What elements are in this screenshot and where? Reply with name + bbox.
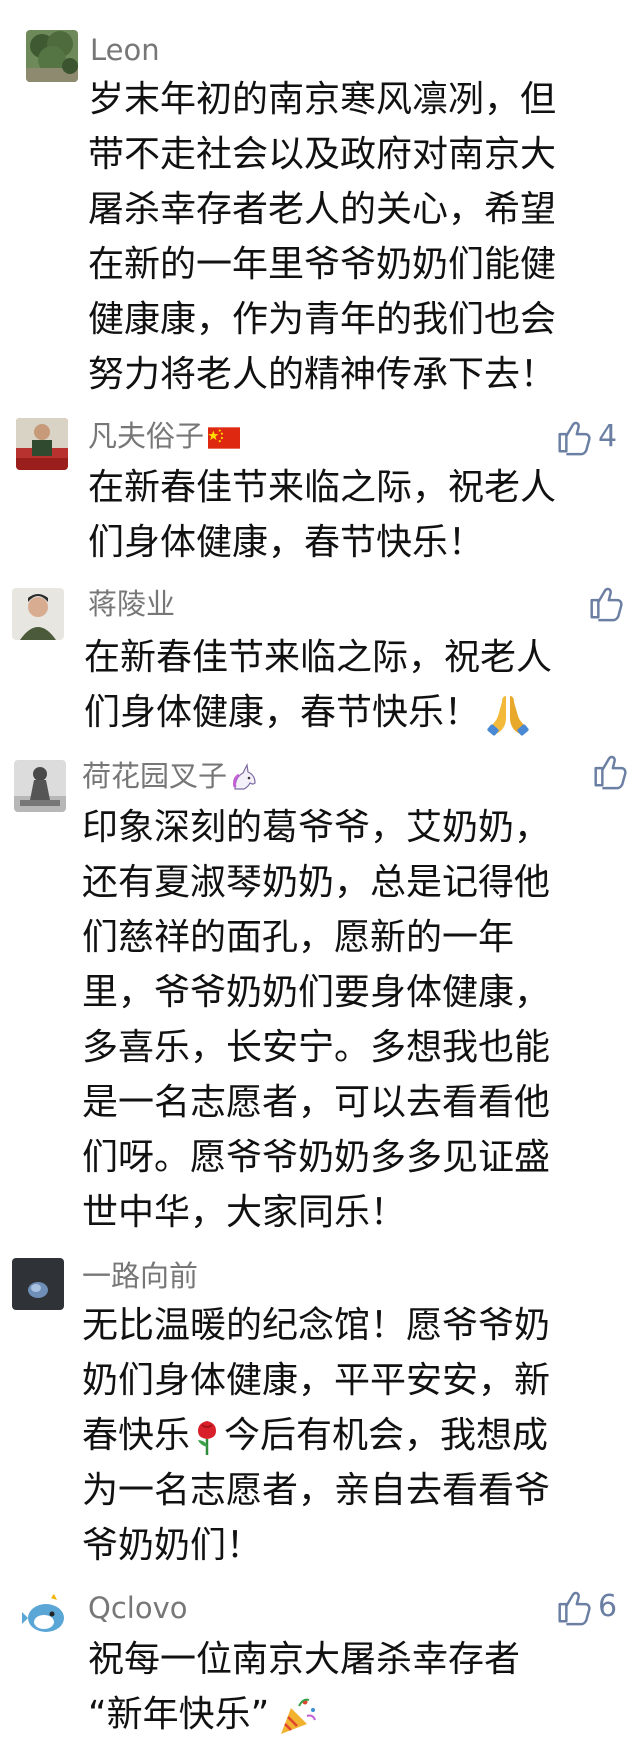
text-line: 们身体健康，春节快乐！: [84, 692, 481, 733]
like-button[interactable]: [586, 584, 624, 622]
comment-text: 在新春佳节来临之际，祝老人 们身体健康，春节快乐！: [88, 460, 556, 570]
avatar[interactable]: [12, 588, 64, 640]
comment-text: 印象深刻的葛爷爷，艾奶奶， 还有夏淑琴奶奶，总是记得他 们慈祥的面孔，愿新的一年…: [82, 800, 550, 1240]
comment-author[interactable]: 一路向前: [82, 1256, 198, 1296]
text-line: 祝每一位南京大屠杀幸存者: [88, 1639, 521, 1680]
text-line: 印象深刻的葛爷爷，艾奶奶，: [82, 807, 551, 848]
text-line: 健康康，作为青年的我们也会: [88, 299, 557, 340]
comment-author[interactable]: Qclovo: [88, 1588, 187, 1628]
text-line: 们身体健康，春节快乐！: [88, 522, 485, 563]
like-button[interactable]: 4: [554, 418, 617, 456]
text-line: 在新的一年里爷爷奶奶们能健: [88, 244, 557, 285]
avatar[interactable]: [16, 418, 68, 470]
comment-author[interactable]: 荷花园叉子: [82, 756, 259, 796]
comment-list: Leon 岁末年初的南京寒风凛冽，但 带不走社会以及政府对南京大 屠杀幸存者老人…: [0, 0, 640, 1758]
text-line: 春快乐: [82, 1415, 191, 1456]
thumbs-up-icon: [558, 421, 591, 456]
rose-icon: [190, 1417, 224, 1457]
text-line: 多喜乐，长安宁。多想我也能: [82, 1027, 551, 1068]
avatar[interactable]: [20, 1588, 72, 1640]
text-line: “新年快乐”: [88, 1694, 270, 1735]
thumbs-up-icon: [558, 1591, 591, 1626]
text-line: 世中华，大家同乐！: [82, 1192, 407, 1233]
unicorn-icon: [229, 763, 259, 793]
comment-text: 祝每一位南京大屠杀幸存者 “新年快乐”: [88, 1632, 520, 1742]
comment-author[interactable]: 凡夫俗子: [88, 416, 241, 456]
text-line: 今后有机会，我想成: [224, 1415, 549, 1456]
like-count: 4: [598, 419, 618, 454]
text-line: 奶们身体健康，平平安安，新: [82, 1360, 551, 1401]
thumbs-up-icon: [590, 587, 623, 622]
avatar[interactable]: [12, 1258, 64, 1310]
like-button[interactable]: 6: [554, 1588, 617, 1626]
text-line: 还有夏淑琴奶奶，总是记得他: [82, 862, 551, 903]
comment-text: 岁末年初的南京寒风凛冽，但 带不走社会以及政府对南京大 屠杀幸存者老人的关心，希…: [88, 72, 556, 402]
text-line: 是一名志愿者，可以去看看他: [82, 1082, 551, 1123]
text-line: 为一名志愿者，亲自去看看爷: [82, 1470, 551, 1511]
comment-author[interactable]: 蒋陵业: [88, 584, 175, 624]
text-line: 爷奶奶们！: [82, 1525, 263, 1566]
text-line: 在新春佳节来临之际，祝老人: [88, 467, 557, 508]
text-line: 无比温暖的纪念馆！愿爷爷奶: [82, 1305, 551, 1346]
avatar[interactable]: [26, 30, 78, 82]
text-line: 屠杀幸存者老人的关心，希望: [88, 189, 557, 230]
text-line: 们慈祥的面孔，愿新的一年: [82, 917, 515, 958]
thumbs-up-icon: [594, 755, 627, 790]
avatar[interactable]: [14, 760, 66, 812]
party-popper-icon: [275, 1694, 319, 1738]
author-name[interactable]: 凡夫俗子: [88, 419, 204, 453]
text-line: 努力将老人的精神传承下去！: [88, 354, 557, 395]
text-line: 在新春佳节来临之际，祝老人: [84, 637, 553, 678]
china-flag-icon: [208, 427, 241, 449]
text-line: 们呀。愿爷爷奶奶多多见证盛: [82, 1137, 551, 1178]
like-count: 6: [598, 1589, 618, 1624]
text-line: 岁末年初的南京寒风凛冽，但: [88, 79, 557, 120]
like-button[interactable]: [590, 752, 628, 790]
comment-text: 无比温暖的纪念馆！愿爷爷奶 奶们身体健康，平平安安，新 春快乐 今后有机会，我想成…: [82, 1298, 550, 1573]
text-line: 带不走社会以及政府对南京大: [88, 134, 557, 175]
comment-author[interactable]: Leon: [90, 30, 160, 70]
text-line: 里，爷爷奶奶们要身体健康，: [82, 972, 551, 1013]
comment-text: 在新春佳节来临之际，祝老人 们身体健康，春节快乐！: [84, 630, 552, 740]
folded-hands-icon: [486, 692, 530, 736]
author-name[interactable]: 荷花园叉子: [82, 759, 227, 793]
